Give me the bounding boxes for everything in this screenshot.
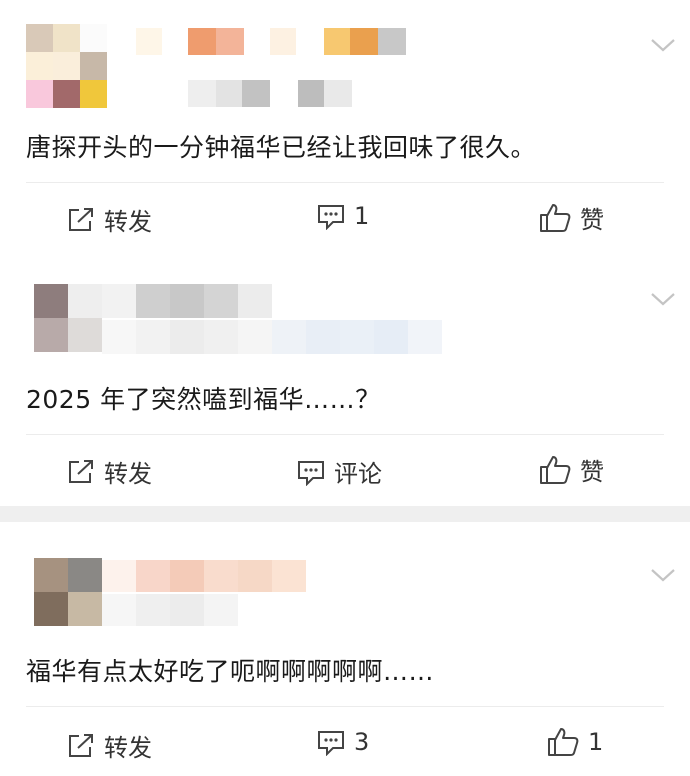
meta-blurred: [102, 594, 238, 626]
comment-bubble-icon: [296, 458, 326, 486]
avatar[interactable]: [34, 558, 102, 626]
share-square-icon: [66, 206, 96, 234]
chevron-down-icon[interactable]: [650, 290, 675, 308]
repost-label: 转发: [104, 208, 152, 236]
comment-count: 1: [354, 202, 370, 230]
thumbs-up-icon: [538, 454, 572, 486]
thumbs-up-icon: [538, 202, 572, 234]
share-square-icon: [66, 458, 96, 486]
comment-count: 3: [354, 728, 370, 756]
post-content: 唐探开头的一分钟福华已经让我回味了很久。: [26, 133, 537, 162]
like-button[interactable]: 1: [546, 726, 603, 758]
post-3: 福华有点太好吃了呃啊啊啊啊啊…… 转发 3 1: [0, 522, 690, 776]
avatar[interactable]: [34, 284, 102, 352]
username-blurred[interactable]: [102, 284, 272, 318]
meta-blurred: [102, 320, 442, 354]
repost-button[interactable]: 转发: [66, 202, 152, 237]
avatar[interactable]: [26, 24, 107, 108]
repost-label: 转发: [104, 460, 152, 488]
divider: [26, 706, 664, 707]
username-blurred[interactable]: [102, 560, 306, 592]
like-count: 1: [588, 728, 604, 756]
divider: [26, 182, 664, 183]
section-gap: [0, 506, 690, 522]
repost-button[interactable]: 转发: [66, 728, 152, 763]
share-square-icon: [66, 732, 96, 760]
like-label: 赞: [580, 458, 604, 486]
comment-label: 评论: [334, 460, 382, 488]
chevron-down-icon[interactable]: [650, 36, 675, 54]
chevron-down-icon[interactable]: [650, 566, 675, 584]
comment-button[interactable]: 评论: [296, 454, 382, 489]
username-blurred[interactable]: [136, 28, 408, 55]
comment-button[interactable]: 3: [316, 728, 369, 756]
like-label: 赞: [580, 206, 604, 234]
comment-button[interactable]: 1: [316, 202, 369, 230]
thumbs-up-icon: [546, 726, 580, 758]
like-button[interactable]: 赞: [538, 452, 604, 487]
comment-bubble-icon: [316, 202, 346, 230]
post-1: 唐探开头的一分钟福华已经让我回味了很久。 转发 1 赞: [0, 0, 690, 250]
repost-button[interactable]: 转发: [66, 454, 152, 489]
post-content: 2025 年了突然嗑到福华……？: [26, 385, 381, 414]
comment-bubble-icon: [316, 728, 346, 756]
post-content: 福华有点太好吃了呃啊啊啊啊啊……: [26, 657, 435, 686]
meta-blurred: [188, 80, 352, 107]
post-2: 2025 年了突然嗑到福华……？ 转发 评论 赞: [0, 250, 690, 506]
divider: [26, 434, 664, 435]
repost-label: 转发: [104, 734, 152, 762]
like-button[interactable]: 赞: [538, 200, 604, 235]
